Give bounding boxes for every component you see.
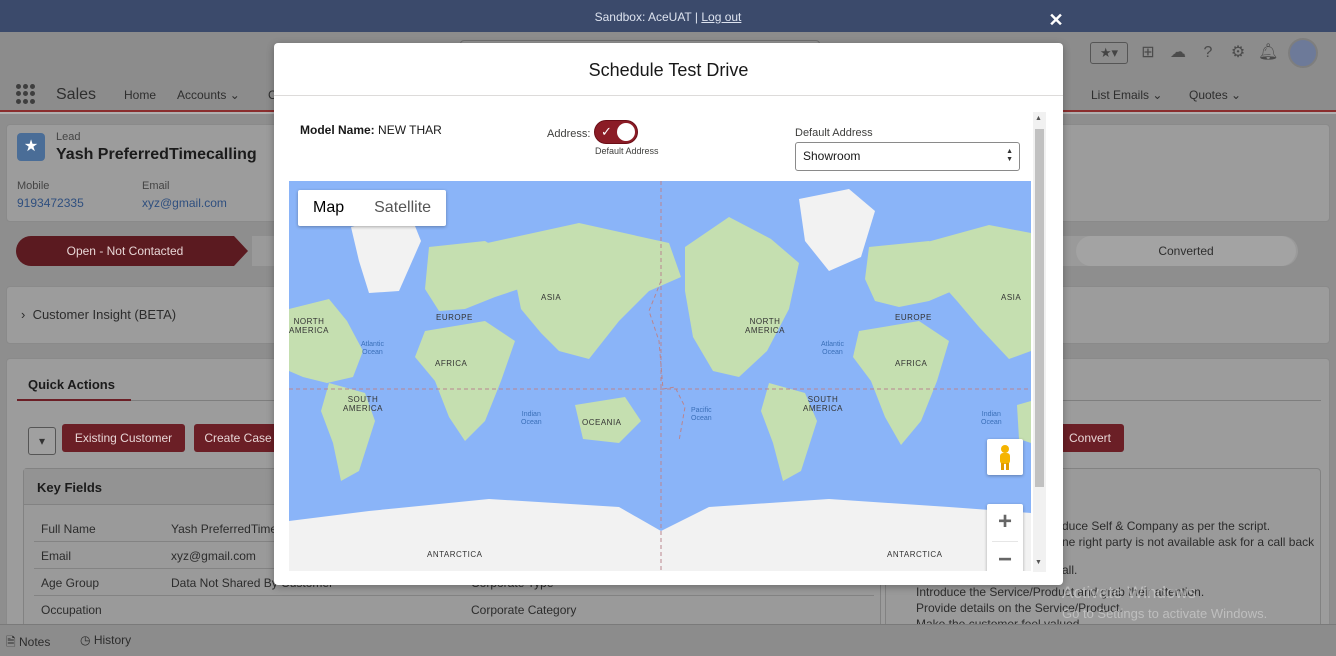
modal-scrollbar-thumb[interactable] bbox=[1035, 129, 1044, 487]
help-icon[interactable]: ? bbox=[1198, 43, 1218, 63]
age-group-label: Age Group bbox=[41, 576, 100, 590]
history-utility[interactable]: ◷ History bbox=[80, 633, 131, 647]
default-address-toggle[interactable]: ✓ bbox=[594, 120, 638, 144]
default-address-select[interactable]: Showroom ▲ ▼ bbox=[795, 142, 1020, 171]
avatar[interactable] bbox=[1288, 38, 1318, 68]
map-label-indian-left: Indian Ocean bbox=[521, 411, 542, 426]
corporate-category-label: Corporate Category bbox=[471, 603, 577, 617]
mobile-value[interactable]: 9193472335 bbox=[17, 196, 84, 210]
map-label-north-america-right: NORTH AMERICA bbox=[745, 317, 785, 335]
map-label-indian-right: Indian Ocean bbox=[981, 411, 1002, 426]
full-name-label: Full Name bbox=[41, 522, 96, 536]
actions-dropdown-button[interactable]: ▾ bbox=[28, 427, 56, 455]
email-field-value: xyz@gmail.com bbox=[171, 549, 256, 563]
lead-icon: ★ bbox=[17, 133, 45, 161]
schedule-test-drive-modal: Schedule Test Drive Model Name: NEW THAR… bbox=[274, 43, 1063, 585]
logout-link[interactable]: Log out bbox=[701, 10, 741, 24]
map-label-south-america-right: SOUTH AMERICA bbox=[803, 395, 843, 413]
google-map[interactable]: Map Satellite NORTH AMERICA EUROPE ASIA … bbox=[289, 181, 1031, 571]
map-label-north-america-left: NORTH AMERICA bbox=[289, 317, 329, 335]
nav-item-accounts[interactable]: Accounts ⌄ bbox=[177, 88, 240, 102]
map-label-europe-left: EUROPE bbox=[436, 313, 473, 322]
map-label-atlantic-right: Atlantic Ocean bbox=[821, 341, 844, 356]
map-label-antarctica-left: ANTARCTICA bbox=[427, 550, 483, 559]
notes-utility[interactable]: 🗎 Notes bbox=[6, 633, 50, 654]
select-arrows-icon: ▲ ▼ bbox=[1006, 148, 1013, 163]
email-value[interactable]: xyz@gmail.com bbox=[142, 196, 227, 210]
map-label-asia-left: ASIA bbox=[541, 293, 562, 302]
map-label-africa-right: AFRICA bbox=[895, 359, 928, 368]
path-step-open[interactable]: Open - Not Contacted bbox=[16, 236, 248, 266]
map-label-europe-right: EUROPE bbox=[895, 313, 932, 322]
script-line-2: ne right party is not available ask for … bbox=[1062, 535, 1315, 549]
sandbox-banner: Sandbox: AceUAT | Log out bbox=[0, 0, 1336, 32]
modal-body: Model Name: NEW THAR Address: ✓ Default … bbox=[274, 97, 1063, 577]
script-line-3: all. bbox=[1062, 563, 1078, 577]
bell-icon[interactable]: 🔔︎ bbox=[1258, 43, 1278, 63]
script-line-1: duce Self & Company as per the script. bbox=[1062, 519, 1271, 533]
modal-title: Schedule Test Drive bbox=[274, 43, 1063, 96]
quick-actions-title: Quick Actions bbox=[28, 377, 115, 392]
quick-actions-underline bbox=[17, 399, 131, 401]
occupation-label: Occupation bbox=[41, 603, 102, 617]
header-icons: ★▾ ⊞ ☁ ? ⚙ 🔔︎ bbox=[1090, 38, 1318, 68]
map-type-control: Map Satellite bbox=[298, 190, 447, 226]
modal-close-icon[interactable]: ✕ bbox=[1046, 10, 1066, 30]
existing-customer-button[interactable]: Existing Customer bbox=[62, 424, 185, 452]
toggle-sublabel: Default Address bbox=[595, 146, 659, 156]
map-label-oceania: OCEANIA bbox=[582, 418, 622, 427]
trailhead-icon[interactable]: ☁ bbox=[1168, 43, 1188, 63]
map-label-asia-right: ASIA bbox=[1001, 293, 1022, 302]
map-type-map-button[interactable]: Map bbox=[298, 190, 359, 226]
default-address-label: Default Address bbox=[795, 127, 873, 139]
map-label-pacific: Pacific Ocean bbox=[691, 407, 712, 422]
app-name: Sales bbox=[56, 86, 97, 103]
app-launcher-icon[interactable] bbox=[16, 84, 36, 104]
record-name: Yash PreferredTimecalling bbox=[56, 146, 257, 163]
map-label-south-america-left: SOUTH AMERICA bbox=[343, 395, 383, 413]
gear-icon[interactable]: ⚙ bbox=[1228, 43, 1248, 63]
email-label: Email bbox=[142, 180, 170, 192]
activation-watermark-text: Go to Settings to activate Windows. bbox=[1062, 606, 1268, 621]
nav-item-home[interactable]: Home bbox=[124, 88, 156, 102]
zoom-control: + − bbox=[987, 504, 1023, 571]
world-map-graphic bbox=[289, 181, 1031, 571]
map-label-atlantic-left: Atlantic Ocean bbox=[361, 341, 384, 356]
zoom-out-button[interactable]: − bbox=[987, 542, 1023, 571]
check-icon: ✓ bbox=[601, 124, 612, 139]
street-view-pegman-icon[interactable] bbox=[987, 439, 1023, 475]
mobile-label: Mobile bbox=[17, 180, 50, 192]
path-step-converted[interactable]: Converted bbox=[1076, 236, 1296, 266]
scroll-down-icon[interactable]: ▼ bbox=[1035, 559, 1042, 566]
activation-watermark-title: Activate Windows bbox=[1062, 583, 1197, 602]
customer-insight-toggle[interactable]: › Customer Insight (BETA) bbox=[21, 307, 176, 322]
map-label-africa-left: AFRICA bbox=[435, 359, 468, 368]
create-case-button[interactable]: Create Case bbox=[194, 424, 282, 452]
scroll-up-icon[interactable]: ▲ bbox=[1035, 115, 1042, 122]
model-name-value: NEW THAR bbox=[378, 123, 442, 137]
email-field-label: Email bbox=[41, 549, 72, 563]
favorites-icon[interactable]: ★▾ bbox=[1090, 42, 1128, 64]
map-label-antarctica-right: ANTARCTICA bbox=[887, 550, 943, 559]
address-label: Address: bbox=[547, 128, 591, 140]
nav-item-quotes[interactable]: Quotes ⌄ bbox=[1189, 88, 1241, 102]
zoom-in-button[interactable]: + bbox=[987, 504, 1023, 541]
record-type: Lead bbox=[56, 131, 81, 143]
model-name: Model Name: NEW THAR bbox=[300, 123, 442, 137]
add-icon[interactable]: ⊞ bbox=[1138, 43, 1158, 63]
key-fields-title: Key Fields bbox=[37, 480, 103, 495]
convert-button[interactable]: Convert bbox=[1056, 424, 1124, 452]
full-name-value: Yash PreferredTime bbox=[171, 522, 278, 536]
utility-bar: 🗎 Notes ◷ History bbox=[0, 624, 1336, 656]
toggle-knob bbox=[617, 123, 635, 141]
nav-item-list-emails[interactable]: List Emails ⌄ bbox=[1091, 88, 1162, 102]
sandbox-text: Sandbox: AceUAT | bbox=[594, 10, 698, 24]
map-type-satellite-button[interactable]: Satellite bbox=[359, 190, 446, 226]
